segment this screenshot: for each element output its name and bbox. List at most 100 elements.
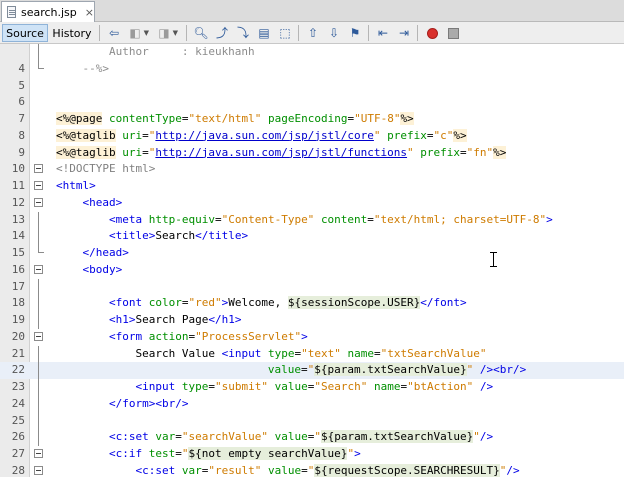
code-line[interactable]: 6 <box>0 94 624 111</box>
code-line[interactable]: 7 <%@page contentType="text/html" pageEnc… <box>0 111 624 128</box>
fold-toggle-icon[interactable] <box>34 264 43 274</box>
code-line[interactable]: 9 <%@taglib uri="http://java.sun.com/jsp/… <box>0 145 624 162</box>
code-token: > <box>354 447 361 460</box>
toggle-bookmark-icon[interactable]: ⚑ <box>347 25 363 41</box>
fold-toggle-icon[interactable] <box>34 197 43 207</box>
fold-toggle-icon[interactable] <box>34 181 43 190</box>
code-token: %> <box>453 128 467 142</box>
code-token: var <box>155 430 176 444</box>
find-next-icon[interactable]: ⤵ <box>235 25 251 41</box>
code-line[interactable]: 16 <body> <box>0 262 624 279</box>
fold-toggle-icon[interactable] <box>34 449 43 458</box>
code-token: ${param.txtSearchValue} <box>320 430 474 444</box>
line-number: 12 <box>11 195 25 209</box>
code-token: = <box>373 346 381 360</box>
record-macro-icon[interactable] <box>424 25 440 41</box>
highlight-icon[interactable]: ▤ <box>256 25 272 41</box>
line-number: 4 <box>18 61 25 75</box>
code-text: <c:if test="${not empty searchValue}"> <box>56 447 361 460</box>
line-number: 24 <box>11 396 25 410</box>
code-token: "ProcessServlet" <box>195 329 302 343</box>
code-line[interactable]: 28 <c:set var="result" value="${requestS… <box>0 463 624 477</box>
line-number: 19 <box>11 313 25 326</box>
code-token: name <box>347 346 374 360</box>
code-line[interactable]: 25 <box>0 412 624 430</box>
code-token: "Search" <box>314 380 368 393</box>
code-token: "text" <box>301 346 341 360</box>
code-token: <%@ <box>56 128 76 142</box>
code-token: = <box>460 145 467 159</box>
line-number: 23 <box>11 380 25 393</box>
fold-toggle-icon[interactable] <box>34 331 43 341</box>
code-line[interactable]: 13 <meta http-equiv="Content-Type" conte… <box>0 211 624 229</box>
code-line[interactable]: 17 <box>0 278 624 296</box>
code-line[interactable]: 19 <h1>Search Page</h1> <box>0 312 624 329</box>
code-line[interactable]: 10 <!DOCTYPE html> <box>0 161 624 178</box>
fold-toggle-icon[interactable] <box>34 465 43 475</box>
fold-toggle-icon[interactable] <box>34 164 43 174</box>
code-token: "text/html; charset=UTF-8" <box>373 212 547 226</box>
forward-icon[interactable]: ◨ ▼ <box>156 25 178 41</box>
shift-left-icon[interactable]: ⇤ <box>375 25 391 41</box>
code-line[interactable]: 21 Search Value <input type="text" name=… <box>0 345 624 363</box>
code-token: <body> <box>82 262 123 276</box>
code-token: <!DOCTYPE html> <box>56 162 156 176</box>
code-text: value="${param.txtSearchValue}" /><br/> <box>56 363 526 377</box>
code-token: = <box>301 463 308 477</box>
code-token: <br/> <box>155 396 189 410</box>
code-line[interactable]: 22 value="${param.txtSearchValue}" /><br… <box>0 362 624 379</box>
code-token: page <box>75 112 103 125</box>
line-number: 25 <box>11 413 25 427</box>
history-view-button[interactable]: History <box>50 24 94 42</box>
last-edit-icon[interactable]: ⇦ <box>106 25 122 41</box>
code-text: --%> <box>56 62 109 75</box>
line-number: 13 <box>11 212 25 226</box>
code-token: "result" <box>208 463 262 477</box>
find-previous-icon[interactable]: ⤴ <box>214 25 230 41</box>
code-line[interactable]: 5 <box>0 78 624 95</box>
code-token: " <box>407 145 414 159</box>
code-text: <%@page contentType="text/html" pageEnco… <box>56 112 414 125</box>
code-line[interactable]: 8 <%@taglib uri="http://java.sun.com/jsp/… <box>0 128 624 145</box>
code-token: <meta <box>108 212 143 226</box>
code-line[interactable]: 4 --%> <box>0 60 624 78</box>
code-token: <h1> <box>108 313 136 326</box>
find-icon[interactable]: 🔍︎ <box>193 25 209 41</box>
code-token: = <box>142 145 149 159</box>
file-tab[interactable]: search.jsp × <box>1 1 95 22</box>
source-view-button[interactable]: Source <box>2 24 48 42</box>
previous-bookmark-icon[interactable]: ⇧ <box>305 25 321 41</box>
code-text: <font color="red">Welcome, ${sessionScop… <box>56 296 467 310</box>
shift-right-icon[interactable]: ⇥ <box>396 25 412 41</box>
code-token: <%@ <box>56 145 76 159</box>
code-line[interactable]: 23 <input type="submit" value="Search" n… <box>0 379 624 396</box>
line-number: 18 <box>11 296 25 310</box>
code-line[interactable]: 26 <c:set var="searchValue" value="${par… <box>0 429 624 446</box>
code-token: color <box>148 296 182 310</box>
code-token: "Content-Type" <box>221 212 315 226</box>
code-line[interactable]: 27 <c:if test="${not empty searchValue}"… <box>0 446 624 463</box>
stop-macro-icon[interactable] <box>445 25 461 41</box>
code-line[interactable]: Author : kieukhanh <box>0 44 624 61</box>
code-line[interactable]: 15 </head> <box>0 245 624 262</box>
code-token: "fn" <box>466 145 494 159</box>
close-tab-icon[interactable]: × <box>85 7 94 18</box>
code-line[interactable]: 14 <title>Search</title> <box>0 228 624 245</box>
code-token: > <box>301 329 308 343</box>
code-text: <title>Search</title> <box>56 229 248 242</box>
code-editor[interactable]: Author : kieukhanh 4 --%> 5 6 7 <%@page conte… <box>0 44 624 477</box>
find-selection-icon[interactable]: ⬚ <box>277 25 293 41</box>
code-line[interactable]: 24 </form><br/> <box>0 395 624 413</box>
code-token: </form> <box>108 396 156 410</box>
code-line[interactable]: 11 <html> <box>0 178 624 195</box>
code-line[interactable]: 12 <head> <box>0 195 624 212</box>
code-token: "c" <box>433 128 454 142</box>
code-line[interactable]: 18 <font color="red">Welcome, ${sessionS… <box>0 295 624 312</box>
next-bookmark-icon[interactable]: ⇩ <box>326 25 342 41</box>
code-line[interactable]: 20 <form action="ProcessServlet"> <box>0 329 624 346</box>
back-icon[interactable]: ◧ ▼ <box>127 25 149 41</box>
